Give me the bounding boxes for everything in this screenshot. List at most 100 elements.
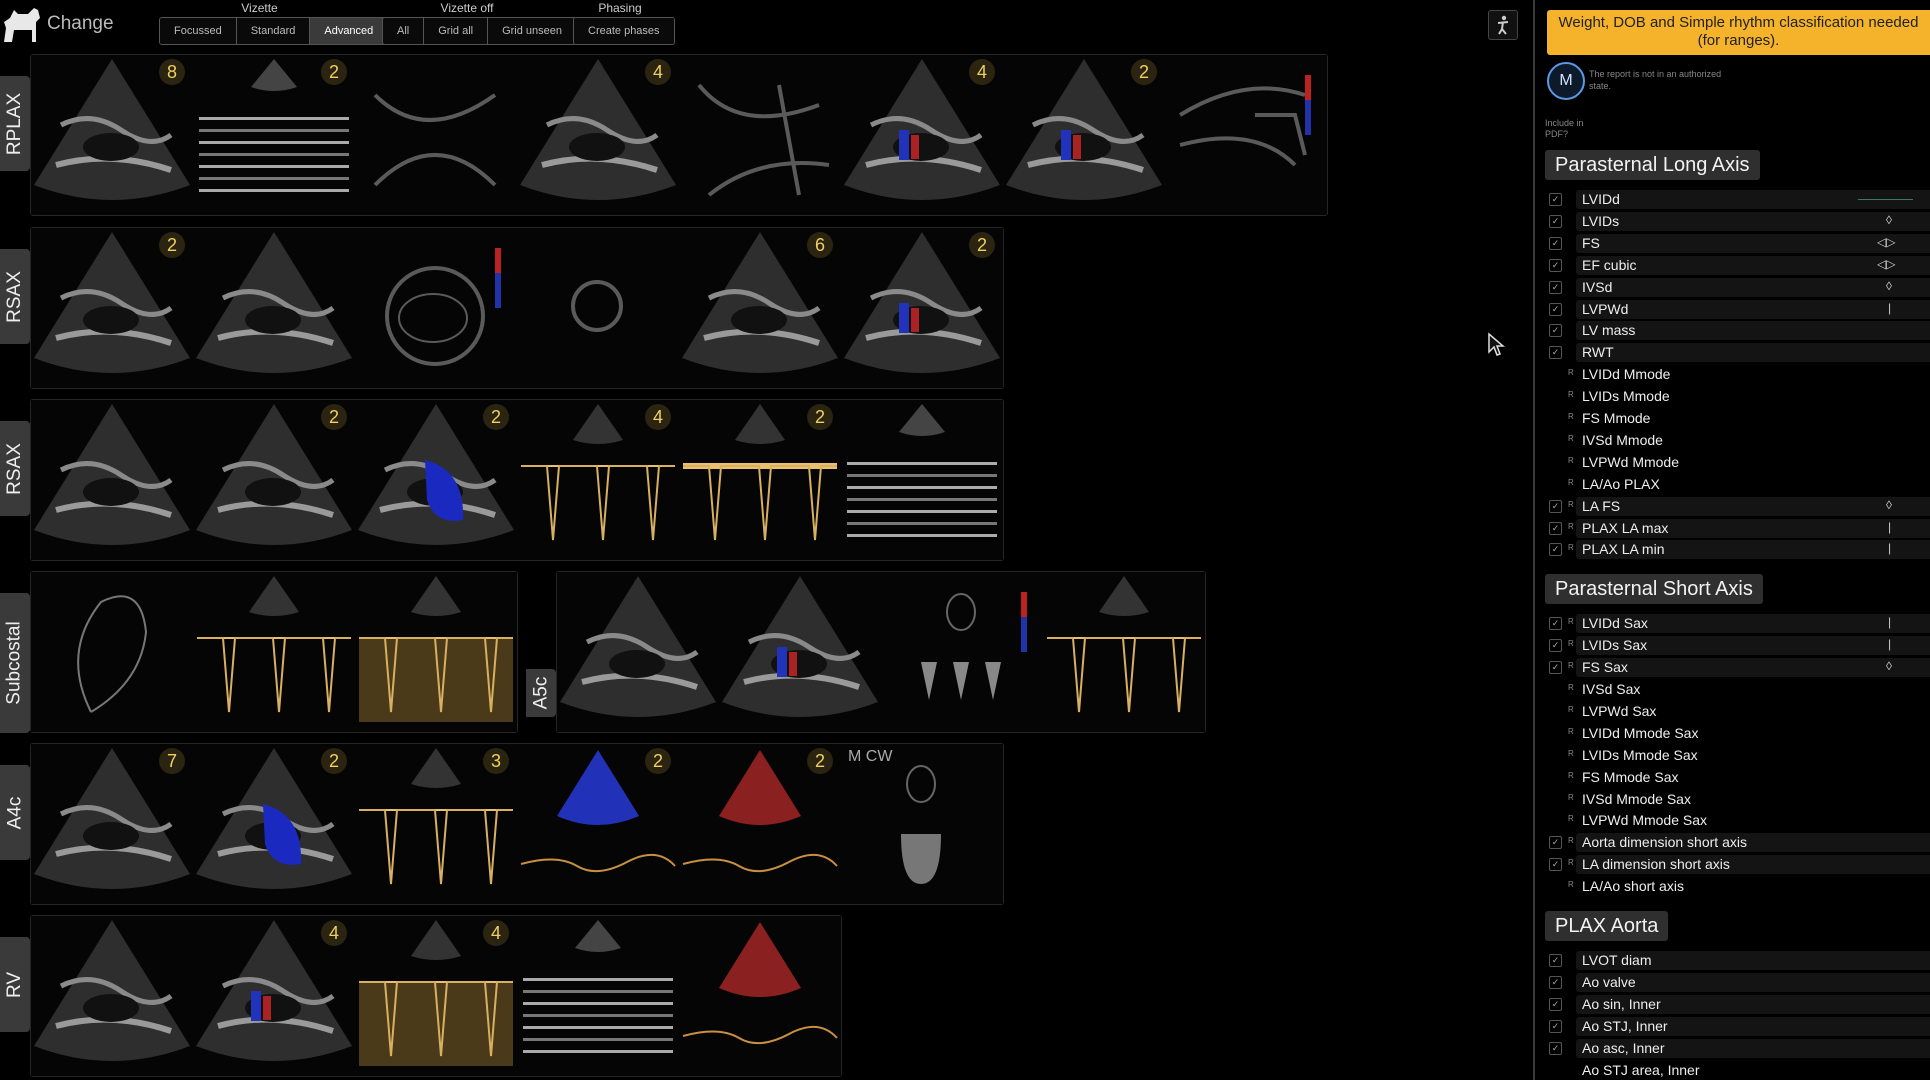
standard-button[interactable]: Standard <box>236 18 311 44</box>
measurement-row[interactable]: R LVIDs Mmode <box>1545 386 1930 407</box>
grid-unseen-button[interactable]: Grid unseen <box>488 18 577 44</box>
image-thumbnail[interactable]: 4 <box>841 55 1003 215</box>
image-thumbnail[interactable]: 2 <box>193 55 355 215</box>
measurement-row[interactable]: ✓ Ao asc, Inner <box>1545 1038 1930 1059</box>
measurement-row[interactable]: R LA/Ao PLAX <box>1545 474 1930 495</box>
include-checkbox[interactable]: ✓ <box>1549 236 1562 250</box>
image-thumbnail[interactable] <box>679 916 841 1076</box>
include-checkbox[interactable]: ✓ <box>1549 258 1562 272</box>
row-label-rsax[interactable]: RSAX <box>0 421 30 516</box>
section-header-parasternal-long-axis[interactable]: Parasternal Long Axis <box>1545 150 1760 180</box>
measurement-row[interactable]: ✓ R PLAX LA min | <box>1545 539 1930 560</box>
include-checkbox[interactable]: ✓ <box>1549 975 1562 989</box>
image-thumbnail[interactable] <box>193 572 355 732</box>
section-header-plax-aorta[interactable]: PLAX Aorta <box>1545 911 1669 941</box>
include-checkbox[interactable]: ✓ <box>1549 661 1562 675</box>
include-checkbox[interactable]: ✓ <box>1549 858 1562 872</box>
measurement-row[interactable]: ✓ LVPWd | <box>1545 299 1930 320</box>
row-label-rplax[interactable]: RPLAX <box>0 76 30 171</box>
include-checkbox[interactable]: ✓ <box>1549 280 1562 294</box>
image-thumbnail[interactable]: 4 <box>193 916 355 1076</box>
dog-logo-icon[interactable] <box>0 4 42 44</box>
measurement-row[interactable]: R LVPWd Sax <box>1545 701 1930 722</box>
image-thumbnail[interactable] <box>31 400 193 560</box>
advanced-button[interactable]: Advanced <box>310 18 388 44</box>
include-checkbox[interactable]: ✓ <box>1549 324 1562 338</box>
image-thumbnail[interactable]: 4 <box>517 400 679 560</box>
measurement-row[interactable]: ✓ R Aorta dimension short axis <box>1545 832 1930 853</box>
measurement-row[interactable]: ✓ R LA FS ◊ <box>1545 496 1930 517</box>
image-thumbnail[interactable] <box>1165 55 1327 215</box>
include-checkbox[interactable]: ✓ <box>1549 997 1562 1011</box>
measurement-row[interactable]: ✓ R LVIDd Sax | <box>1545 613 1930 634</box>
image-thumbnail[interactable] <box>517 916 679 1076</box>
measurement-row[interactable]: R IVSd Mmode <box>1545 430 1930 451</box>
image-thumbnail[interactable] <box>679 55 841 215</box>
image-thumbnail[interactable] <box>355 228 517 388</box>
measurement-row[interactable]: ✓ Ao STJ, Inner <box>1545 1016 1930 1037</box>
image-thumbnail[interactable] <box>881 572 1043 732</box>
measurement-row[interactable]: R LVPWd Mmode Sax <box>1545 810 1930 831</box>
include-checkbox[interactable]: ✓ <box>1549 1019 1562 1033</box>
include-checkbox[interactable]: ✓ <box>1549 302 1562 316</box>
include-checkbox[interactable]: ✓ <box>1549 1041 1562 1055</box>
include-checkbox[interactable]: ✓ <box>1549 954 1562 967</box>
measurement-row[interactable]: R FS Mmode <box>1545 408 1930 429</box>
image-thumbnail[interactable]: 2 <box>355 400 517 560</box>
row-label-a4c[interactable]: A4c <box>0 765 30 860</box>
row-label-a5c[interactable]: A5c <box>526 669 556 717</box>
include-checkbox[interactable]: ✓ <box>1549 346 1562 360</box>
all-button[interactable]: All <box>383 18 425 44</box>
measurement-row[interactable]: ✓ LV mass <box>1545 320 1930 341</box>
image-thumbnail[interactable]: 2 <box>1003 55 1165 215</box>
grid-all-button[interactable]: Grid all <box>424 18 489 44</box>
include-checkbox[interactable]: ✓ <box>1549 193 1562 206</box>
user-avatar[interactable]: M <box>1547 62 1585 100</box>
image-thumbnail[interactable] <box>719 572 881 732</box>
image-thumbnail[interactable]: 2 <box>517 744 679 904</box>
row-label-rsax[interactable]: RSAX <box>0 249 30 344</box>
include-checkbox[interactable]: ✓ <box>1549 499 1562 513</box>
measurement-row[interactable]: R IVSd Mmode Sax <box>1545 789 1930 810</box>
include-checkbox[interactable]: ✓ <box>1549 214 1562 228</box>
image-thumbnail[interactable] <box>355 572 517 732</box>
measurement-row[interactable]: R LVPWd Mmode <box>1545 452 1930 473</box>
image-thumbnail[interactable]: 2 <box>193 400 355 560</box>
image-thumbnail[interactable]: 8 <box>31 55 193 215</box>
include-checkbox[interactable]: ✓ <box>1549 836 1562 850</box>
image-thumbnail[interactable] <box>31 572 193 732</box>
image-thumbnail[interactable]: M CW <box>841 744 1003 904</box>
image-thumbnail[interactable]: 2 <box>679 400 841 560</box>
include-checkbox[interactable]: ✓ <box>1549 543 1562 557</box>
measurement-row[interactable]: R LVIDd Mmode <box>1545 364 1930 385</box>
image-thumbnail[interactable] <box>355 55 517 215</box>
measurement-row[interactable]: R LA/Ao short axis <box>1545 876 1930 897</box>
include-checkbox[interactable]: ✓ <box>1549 521 1562 535</box>
measurement-row[interactable]: ✓ RWT <box>1545 342 1930 363</box>
measurement-row[interactable]: R IVSd Sax <box>1545 679 1930 700</box>
focussed-button[interactable]: Focussed <box>160 18 237 44</box>
measurement-row[interactable]: ✓ R FS Sax ◊ <box>1545 657 1930 678</box>
measurement-row[interactable]: R LVIDd Mmode Sax <box>1545 723 1930 744</box>
measurement-row[interactable]: ✓ IVSd ◊ <box>1545 277 1930 298</box>
image-thumbnail[interactable] <box>193 228 355 388</box>
image-thumbnail[interactable] <box>517 228 679 388</box>
accessibility-button[interactable] <box>1488 10 1518 40</box>
image-thumbnail[interactable]: 6 <box>679 228 841 388</box>
image-thumbnail[interactable]: 2 <box>193 744 355 904</box>
include-checkbox[interactable]: ✓ <box>1549 617 1562 631</box>
measurement-row[interactable]: ✓ LVIDd <box>1545 189 1930 210</box>
measurement-row[interactable]: ✓ R PLAX LA max | <box>1545 518 1930 539</box>
section-header-parasternal-short-axis[interactable]: Parasternal Short Axis <box>1545 574 1763 605</box>
image-thumbnail[interactable] <box>31 916 193 1076</box>
image-thumbnail[interactable] <box>1043 572 1205 732</box>
change-button[interactable]: Change <box>47 13 114 35</box>
row-label-subcostal[interactable]: Subcostal <box>0 593 30 733</box>
measurement-row[interactable]: ✓ LVIDs ◊ <box>1545 211 1930 232</box>
measurement-row[interactable]: ✓ LVOT diam <box>1545 950 1930 971</box>
include-checkbox[interactable]: ✓ <box>1549 639 1562 653</box>
image-thumbnail[interactable]: 2 <box>679 744 841 904</box>
measurement-row[interactable]: ✓ R LVIDs Sax | <box>1545 635 1930 656</box>
image-thumbnail[interactable]: 4 <box>355 916 517 1076</box>
image-thumbnail[interactable]: 7 <box>31 744 193 904</box>
